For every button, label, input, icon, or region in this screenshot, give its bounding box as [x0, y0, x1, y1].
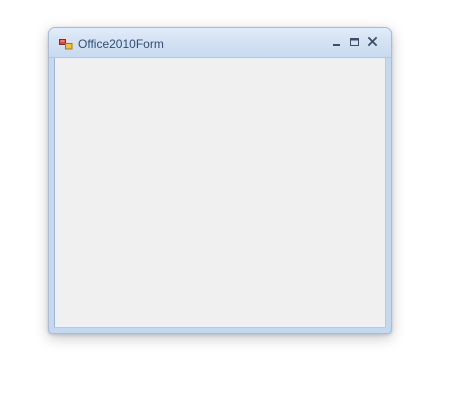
minimize-icon[interactable] [330, 36, 344, 48]
form-app-icon[interactable] [59, 37, 73, 50]
form-client-area [54, 58, 386, 328]
window-title: Office2010Form [78, 37, 164, 51]
form-window: Office2010Form [48, 27, 392, 334]
close-icon[interactable] [366, 36, 380, 48]
maximize-icon[interactable] [348, 36, 362, 48]
title-bar[interactable]: Office2010Form [49, 28, 391, 58]
